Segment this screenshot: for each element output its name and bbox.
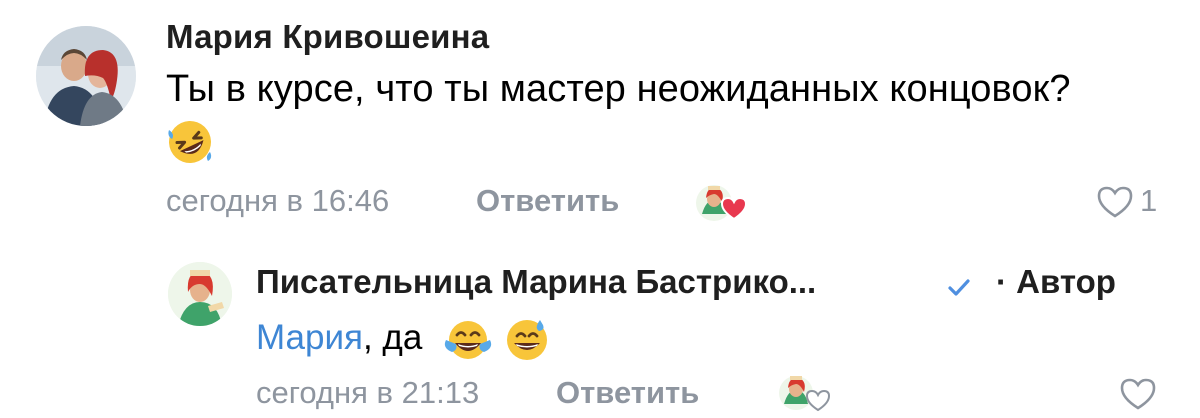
comment-timestamp: сегодня в 21:13 bbox=[256, 375, 480, 410]
tears-of-joy-emoji-icon bbox=[444, 321, 492, 359]
grinning-sweat-emoji-icon bbox=[507, 320, 547, 360]
comment-text: Мария, да bbox=[256, 318, 422, 358]
comment-text: Ты в курсе, что ты мастер неожиданных ко… bbox=[166, 68, 1071, 110]
reply-button[interactable]: Ответить bbox=[556, 375, 699, 411]
comment-author[interactable]: Писательница Марина Бастрико... bbox=[256, 263, 816, 301]
like-count: 1 bbox=[1140, 183, 1158, 218]
author-reaction-heart-icon[interactable] bbox=[694, 182, 750, 226]
mention-link[interactable]: Мария bbox=[256, 318, 363, 357]
author-reaction-empty-heart-icon[interactable] bbox=[776, 372, 834, 416]
comment-text-body: , да bbox=[362, 318, 423, 357]
author-badge: · Автор bbox=[996, 263, 1116, 300]
comment-timestamp: сегодня в 16:46 bbox=[166, 183, 390, 218]
avatar-illustration bbox=[168, 262, 232, 326]
rolling-laughing-emoji-icon bbox=[168, 121, 212, 163]
like-heart-icon[interactable] bbox=[1114, 374, 1162, 414]
avatar-author[interactable] bbox=[168, 262, 232, 326]
comment-author[interactable]: Мария Кривошеина bbox=[166, 18, 489, 56]
avatar-photo bbox=[36, 26, 136, 126]
verified-check-icon bbox=[948, 279, 970, 296]
reply-button[interactable]: Ответить bbox=[476, 183, 619, 219]
avatar-maria[interactable] bbox=[36, 26, 136, 126]
